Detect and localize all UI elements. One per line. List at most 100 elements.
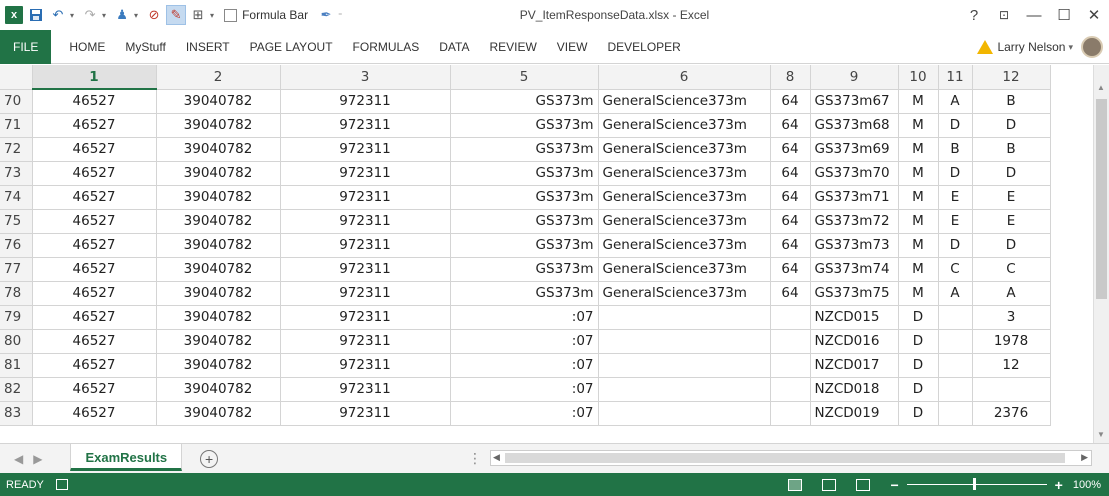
horizontal-scroll-track[interactable]: ◀ ▶ (490, 450, 1092, 466)
cell[interactable]: GS373m74 (810, 257, 899, 282)
cell[interactable]: GS373m67 (810, 89, 899, 114)
cell[interactable]: 972311 (280, 401, 451, 426)
clear-icon[interactable]: ⊘ (144, 5, 164, 25)
cell[interactable]: C (972, 257, 1051, 282)
cell[interactable]: A (938, 89, 973, 114)
brush-dropdown-icon[interactable]: ▾ (134, 11, 138, 20)
cell[interactable]: GS373m68 (810, 113, 899, 138)
cell[interactable]: 46527 (32, 89, 157, 114)
scroll-left-icon[interactable]: ◀ (493, 452, 500, 463)
cell[interactable]: M (898, 257, 939, 282)
normal-view-icon[interactable] (788, 478, 803, 491)
cell[interactable]: D (898, 329, 939, 354)
row-header[interactable]: 73 (0, 161, 33, 186)
scroll-up-icon[interactable]: ▲ (1097, 83, 1105, 92)
cell[interactable]: 12 (972, 353, 1051, 378)
cell[interactable]: 46527 (32, 401, 157, 426)
cell[interactable]: M (898, 113, 939, 138)
cell[interactable]: D (972, 113, 1051, 138)
cell[interactable]: M (898, 209, 939, 234)
select-all-corner[interactable] (0, 65, 33, 90)
cell[interactable]: 972311 (280, 209, 451, 234)
cell[interactable]: GeneralScience373m (598, 281, 771, 306)
cell[interactable]: 46527 (32, 281, 157, 306)
page-break-view-icon[interactable] (856, 478, 871, 491)
cell[interactable]: GeneralScience373m (598, 113, 771, 138)
cell[interactable]: :07 (450, 305, 599, 330)
table-layout-icon[interactable]: ⊞ (188, 5, 208, 25)
cell[interactable]: GeneralScience373m (598, 209, 771, 234)
cell[interactable]: GS373m75 (810, 281, 899, 306)
cell[interactable]: GS373m70 (810, 161, 899, 186)
pen-tool-icon[interactable]: ✎ (166, 5, 187, 25)
tab-data[interactable]: DATA (429, 30, 479, 64)
cell[interactable]: B (938, 137, 973, 162)
cell[interactable]: D (898, 401, 939, 426)
cell[interactable]: GS373m (450, 209, 599, 234)
cell[interactable] (938, 377, 973, 402)
cell[interactable]: A (972, 281, 1051, 306)
tab-view[interactable]: VIEW (547, 30, 598, 64)
cell[interactable]: GS373m (450, 137, 599, 162)
cell[interactable]: :07 (450, 353, 599, 378)
cell[interactable]: GS373m (450, 185, 599, 210)
cell[interactable]: GeneralScience373m (598, 185, 771, 210)
cell[interactable] (770, 305, 811, 330)
cell[interactable]: GS373m (450, 89, 599, 114)
cell[interactable]: 972311 (280, 377, 451, 402)
cell[interactable] (938, 401, 973, 426)
scroll-right-icon[interactable]: ▶ (1081, 452, 1088, 463)
cell[interactable]: NZCD018 (810, 377, 899, 402)
cell[interactable]: 46527 (32, 257, 157, 282)
cell[interactable]: GeneralScience373m (598, 137, 771, 162)
column-header[interactable]: 11 (938, 65, 973, 90)
cell[interactable]: 46527 (32, 305, 157, 330)
cell[interactable]: E (938, 185, 973, 210)
sheet-nav-arrows-icon[interactable]: ◀▶ (14, 452, 52, 466)
cell[interactable]: A (938, 281, 973, 306)
cell[interactable]: 3 (972, 305, 1051, 330)
column-header[interactable]: 9 (810, 65, 899, 90)
cell[interactable]: GS373m (450, 257, 599, 282)
formula-bar-toggle[interactable]: Formula Bar (224, 8, 308, 22)
cell[interactable] (972, 377, 1051, 402)
cell[interactable]: 39040782 (156, 281, 281, 306)
cell[interactable]: D (938, 113, 973, 138)
cell[interactable] (770, 353, 811, 378)
cell[interactable]: D (898, 377, 939, 402)
column-header[interactable]: 5 (450, 65, 599, 90)
cell[interactable]: NZCD015 (810, 305, 899, 330)
save-icon[interactable] (26, 5, 46, 25)
macro-record-icon[interactable] (55, 479, 68, 490)
tab-review[interactable]: REVIEW (479, 30, 546, 64)
row-header[interactable]: 70 (0, 89, 33, 114)
cell[interactable]: C (938, 257, 973, 282)
cell[interactable]: 972311 (280, 233, 451, 258)
cell[interactable] (770, 401, 811, 426)
cell[interactable]: GeneralScience373m (598, 161, 771, 186)
redo-dropdown-icon[interactable]: ▾ (102, 11, 106, 20)
cell[interactable]: GS373m (450, 113, 599, 138)
cell[interactable]: E (972, 209, 1051, 234)
cell[interactable]: GS373m (450, 233, 599, 258)
row-header[interactable]: 83 (0, 401, 33, 426)
add-sheet-button[interactable]: + (200, 449, 219, 468)
column-header[interactable]: 2 (156, 65, 281, 90)
cell[interactable]: 972311 (280, 185, 451, 210)
cell[interactable]: GeneralScience373m (598, 233, 771, 258)
cell[interactable]: GS373m71 (810, 185, 899, 210)
column-header[interactable]: 12 (972, 65, 1051, 90)
cell[interactable]: B (972, 89, 1051, 114)
cell[interactable]: GS373m (450, 281, 599, 306)
cell[interactable]: 46527 (32, 137, 157, 162)
tab-insert[interactable]: INSERT (176, 30, 240, 64)
cell[interactable]: 39040782 (156, 233, 281, 258)
user-dropdown-icon[interactable]: ▾ (1068, 42, 1073, 53)
ribbon-display-options-button[interactable]: ⊡ (989, 8, 1019, 22)
split-handle-icon[interactable]: ⋮ (468, 450, 482, 467)
cell[interactable]: GS373m72 (810, 209, 899, 234)
cell[interactable] (598, 401, 771, 426)
redo-icon[interactable]: ↷ (80, 5, 100, 25)
cell[interactable] (598, 377, 771, 402)
cell[interactable]: 2376 (972, 401, 1051, 426)
